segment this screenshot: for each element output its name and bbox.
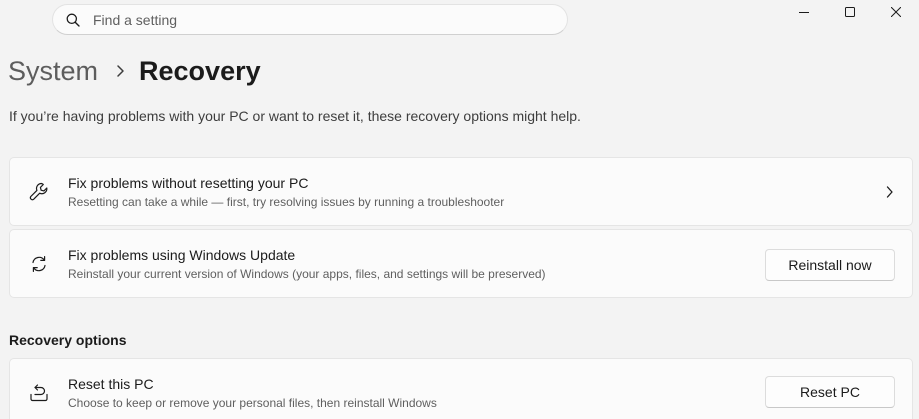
reset-pc-button[interactable]: Reset PC <box>765 376 895 408</box>
breadcrumb-system-link[interactable]: System <box>8 54 98 88</box>
wrench-icon <box>28 181 50 203</box>
page-title: Recovery <box>139 56 261 86</box>
maximize-button[interactable] <box>827 0 873 24</box>
reset-pc-icon <box>28 382 50 404</box>
maximize-icon <box>845 7 855 17</box>
close-icon <box>891 7 901 17</box>
window-controls <box>781 0 919 24</box>
card-title: Fix problems without resetting your PC <box>68 174 309 191</box>
page-description: If you’re having problems with your PC o… <box>9 108 581 124</box>
fix-problems-troubleshooter-card[interactable]: Fix problems without resetting your PC R… <box>9 157 913 226</box>
close-button[interactable] <box>873 0 919 24</box>
minimize-icon <box>799 7 809 17</box>
reinstall-now-button[interactable]: Reinstall now <box>765 249 895 281</box>
recovery-options-heading: Recovery options <box>9 332 127 348</box>
breadcrumb: System Recovery <box>8 54 261 88</box>
fix-problems-windows-update-card: Fix problems using Windows Update Reinst… <box>9 229 913 298</box>
search-icon <box>65 12 81 28</box>
search-box[interactable] <box>52 4 568 35</box>
chevron-right-icon <box>116 64 125 78</box>
reset-this-pc-card: Reset this PC Choose to keep or remove y… <box>9 358 913 419</box>
chevron-right-icon <box>886 185 894 204</box>
card-description: Resetting can take a while — first, try … <box>68 194 505 209</box>
minimize-button[interactable] <box>781 0 827 24</box>
search-input[interactable] <box>93 11 533 28</box>
card-description: Reinstall your current version of Window… <box>68 266 546 281</box>
card-description: Choose to keep or remove your personal f… <box>68 396 437 410</box>
sync-icon <box>28 253 50 275</box>
card-title: Fix problems using Windows Update <box>68 246 296 263</box>
card-title: Reset this PC <box>68 376 154 392</box>
